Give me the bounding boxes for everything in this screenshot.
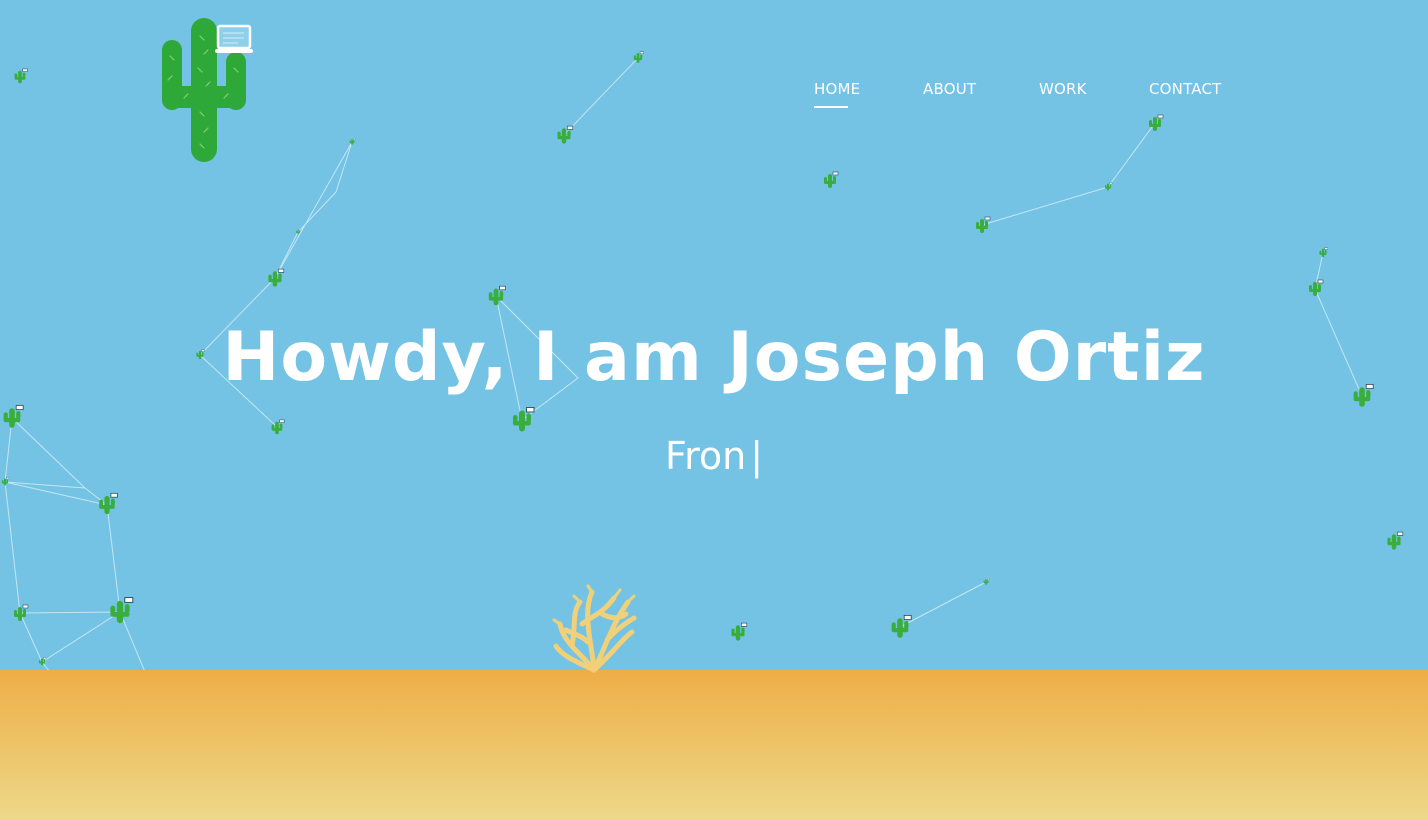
nav-about[interactable]: ABOUT: [923, 80, 976, 108]
nav-work[interactable]: WORK: [1039, 80, 1087, 108]
laptop-icon: [215, 24, 253, 53]
tumbleweed-icon: [552, 584, 637, 673]
typing-cursor: |: [750, 434, 764, 478]
typed-text: Fron: [664, 434, 747, 478]
nav-home[interactable]: HOME: [814, 80, 860, 108]
nav-contact[interactable]: CONTACT: [1149, 80, 1222, 108]
hero-title: Howdy, I am Joseph Ortiz: [222, 318, 1206, 397]
main-navigation: HOME ABOUT WORK CONTACT: [0, 80, 1428, 120]
desert-ground: [0, 670, 1428, 820]
hero-typed-subtitle: Fron |: [0, 434, 1428, 478]
